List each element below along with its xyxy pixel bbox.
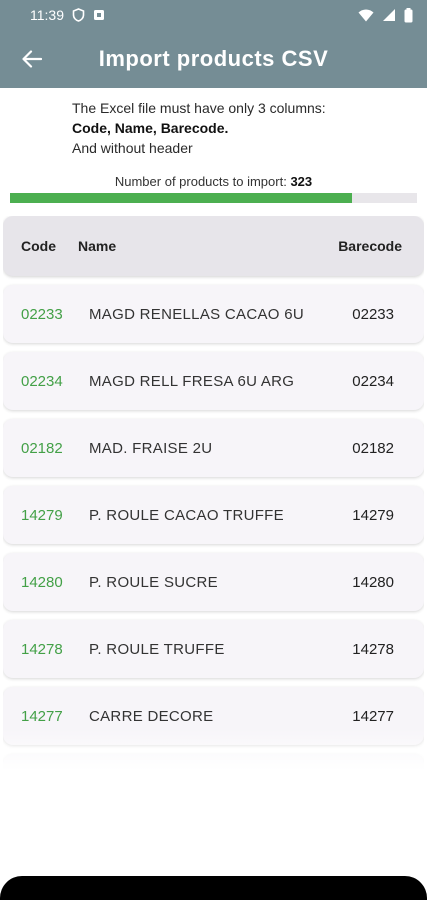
row-barecode: 02234 — [352, 372, 394, 390]
table-row[interactable]: 14277 CARRE DECORE 14277 — [3, 687, 424, 745]
row-code: 02182 — [21, 439, 63, 457]
import-count: Number of products to import: 323 — [0, 174, 427, 189]
row-code: 02234 — [21, 372, 63, 390]
signal-icon — [383, 9, 395, 21]
row-barecode: 02233 — [352, 305, 394, 323]
row-barecode: 14279 — [352, 506, 394, 524]
header-code: Code — [21, 238, 56, 254]
row-code: 14280 — [21, 573, 63, 591]
status-time: 11:39 — [30, 7, 64, 23]
row-name: MAD. FRAISE 2U — [89, 439, 213, 457]
import-count-value: 323 — [290, 174, 313, 189]
row-code: 14278 — [21, 640, 63, 658]
table-row[interactable]: 02182 MAD. FRAISE 2U 02182 — [3, 419, 424, 477]
row-code: 02233 — [21, 305, 63, 323]
table-row[interactable]: 14279 P. ROULE CACAO TRUFFE 14279 — [3, 486, 424, 544]
table-row[interactable]: 14280 P. ROULE SUCRE 14280 — [3, 553, 424, 611]
products-table: Code Name Barecode 02233 MAGD RENELLAS C… — [3, 216, 424, 778]
table-row[interactable]: 02234 MAGD RELL FRESA 6U ARG 02234 — [3, 352, 424, 410]
wifi-icon — [358, 9, 374, 21]
row-barecode: 14280 — [352, 573, 394, 591]
row-name: CARRE DECORE — [89, 707, 214, 725]
instructions-line-1: The Excel file must have only 3 columns: — [72, 100, 326, 116]
page-title: Import products CSV — [98, 46, 329, 71]
back-button[interactable] — [10, 37, 54, 81]
table-row-partial[interactable] — [3, 754, 424, 778]
table-row[interactable]: 14278 P. ROULE TRUFFE 14278 — [3, 620, 424, 678]
status-bar: 11:39 — [0, 0, 427, 30]
shield-icon — [72, 8, 85, 22]
table-row[interactable]: 02233 MAGD RENELLAS CACAO 6U 02233 — [3, 285, 424, 343]
row-barecode: 14278 — [352, 640, 394, 658]
row-name: MAGD RELL FRESA 6U ARG — [89, 372, 295, 390]
import-progress-bar — [10, 193, 417, 203]
import-count-label: Number of products to import: — [114, 174, 291, 189]
instructions-line-3: And without header — [72, 140, 193, 156]
table-header: Code Name Barecode — [3, 216, 424, 276]
row-barecode: 02182 — [352, 439, 394, 457]
import-progress-fill — [10, 193, 352, 203]
app-bar: Import products CSV — [0, 30, 427, 88]
header-name: Name — [78, 238, 117, 254]
notification-icon — [94, 10, 104, 20]
row-code: 14277 — [21, 707, 63, 725]
row-barecode: 14277 — [352, 707, 394, 725]
row-name: P. ROULE CACAO TRUFFE — [89, 506, 284, 524]
instructions: The Excel file must have only 3 columns:… — [0, 88, 427, 158]
row-name: P. ROULE TRUFFE — [89, 640, 225, 658]
instructions-columns: Code, Name, Barecode. — [72, 120, 229, 136]
battery-icon — [404, 7, 413, 22]
header-barecode: Barecode — [338, 238, 402, 254]
row-code: 14279 — [21, 506, 63, 524]
row-name: P. ROULE SUCRE — [89, 573, 218, 591]
arrow-back-icon — [22, 50, 42, 68]
gesture-navigation-bar — [0, 876, 427, 900]
row-name: MAGD RENELLAS CACAO 6U — [89, 305, 304, 323]
